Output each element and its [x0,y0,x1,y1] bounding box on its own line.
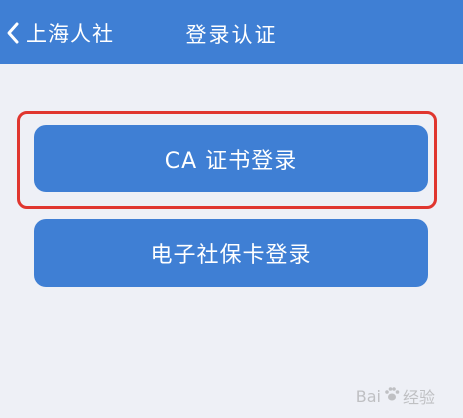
watermark-text-left: Bai [355,386,381,406]
paw-icon [381,385,403,407]
ca-certificate-login-button[interactable]: CA 证书登录 [34,125,428,192]
nav-bar: 上海人社 登录认证 [0,0,463,64]
watermark: Bai 经验 [356,384,435,408]
e-social-card-login-button[interactable]: 电子社保卡登录 [34,219,428,287]
page-title: 登录认证 [185,23,278,47]
watermark-text-right: 经验 [402,388,435,407]
